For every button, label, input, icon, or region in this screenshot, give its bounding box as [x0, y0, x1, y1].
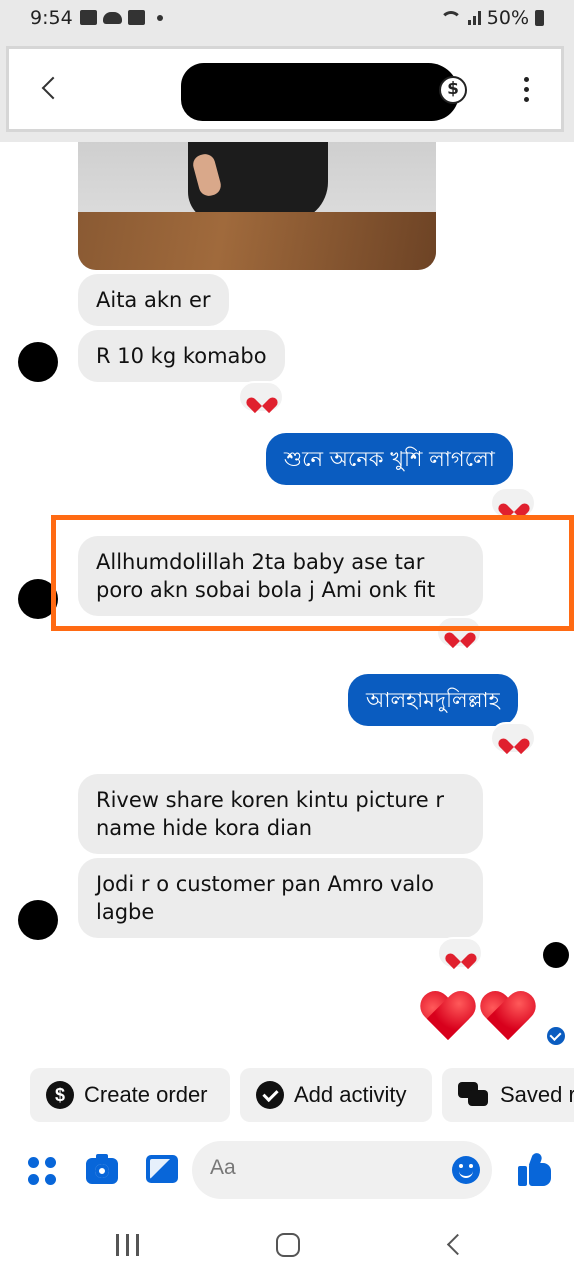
- quick-actions-bar: $ Create order Add activity Saved r: [0, 1068, 574, 1124]
- youtube-icon: [128, 10, 145, 25]
- system-navigation-bar: [0, 1208, 574, 1280]
- heart-reaction-icon[interactable]: [437, 937, 483, 969]
- emoji-icon[interactable]: [452, 1156, 480, 1184]
- message-bubble-incoming[interactable]: R 10 kg komabo: [78, 330, 285, 382]
- dollar-icon: $: [46, 1081, 74, 1109]
- saved-replies-icon: [458, 1082, 490, 1108]
- status-time: 9:54: [30, 7, 73, 29]
- home-button[interactable]: [276, 1233, 300, 1257]
- chip-label: Add activity: [294, 1082, 407, 1107]
- shared-photo[interactable]: [78, 142, 436, 270]
- seen-avatar: [543, 942, 569, 968]
- message-text-line: lagbe: [96, 900, 155, 924]
- message-list[interactable]: Aita akn er R 10 kg komabo শুনে অনেক খুশ…: [0, 142, 574, 1062]
- highlight-annotation-box: [51, 515, 574, 631]
- create-order-button[interactable]: $ Create order: [30, 1068, 230, 1122]
- heart-emoji-icon[interactable]: [420, 990, 476, 1042]
- wifi-icon: [439, 11, 462, 25]
- message-input[interactable]: Aa: [192, 1141, 492, 1199]
- message-bubble-incoming[interactable]: Rivew share koren kintu picture r name h…: [78, 774, 483, 854]
- back-button[interactable]: [35, 69, 65, 109]
- message-bubble-outgoing[interactable]: আলহামদুলিল্লাহ: [348, 674, 518, 726]
- sender-avatar[interactable]: [18, 342, 58, 382]
- message-bubble-outgoing[interactable]: শুনে অনেক খুশি লাগলো: [266, 433, 513, 485]
- message-text-line: Jodi r o customer pan Amro valo: [96, 872, 434, 896]
- photo-table: [78, 212, 436, 270]
- signal-icon: [467, 11, 481, 25]
- gallery-icon[interactable]: [146, 1155, 178, 1183]
- status-bar: 9:54 50%: [0, 0, 574, 38]
- message-bubble-incoming[interactable]: Jodi r o customer pan Amro valo lagbe: [78, 858, 483, 938]
- message-placeholder: Aa: [210, 1156, 236, 1179]
- battery-percent: 50%: [486, 7, 529, 29]
- message-text-line: Rivew share koren kintu picture r: [96, 788, 445, 812]
- notification-icons: [80, 10, 163, 25]
- dollar-icon[interactable]: $: [439, 76, 467, 104]
- apps-grid-icon[interactable]: [28, 1157, 58, 1187]
- system-back-button[interactable]: [444, 1234, 466, 1256]
- heart-reaction-icon[interactable]: [238, 381, 284, 413]
- sender-avatar[interactable]: [18, 900, 58, 940]
- cloud-icon: [103, 11, 122, 24]
- camera-icon[interactable]: [86, 1154, 118, 1184]
- add-activity-button[interactable]: Add activity: [240, 1068, 432, 1122]
- contact-name-redacted[interactable]: [181, 63, 459, 121]
- delivered-check-icon: [547, 1027, 565, 1045]
- battery-icon: [535, 10, 544, 26]
- recents-button[interactable]: [116, 1234, 140, 1256]
- message-composer: Aa: [0, 1138, 574, 1202]
- chat-header: $: [6, 46, 564, 132]
- gallery-notification-icon: [80, 10, 97, 25]
- check-circle-icon: [256, 1081, 284, 1109]
- chip-label: Create order: [84, 1082, 208, 1107]
- chip-label: Saved r: [500, 1082, 574, 1107]
- more-options-icon[interactable]: [514, 73, 538, 107]
- system-icons: 50%: [439, 7, 544, 29]
- more-notifications-icon: [157, 14, 163, 21]
- heart-reaction-icon[interactable]: [490, 722, 536, 754]
- saved-replies-button[interactable]: Saved r: [442, 1068, 574, 1122]
- chat-header-area: $: [0, 38, 574, 142]
- message-text-line: name hide kora dian: [96, 816, 313, 840]
- message-bubble-incoming[interactable]: Aita akn er: [78, 274, 229, 326]
- heart-emoji-icon[interactable]: [480, 990, 536, 1042]
- thumbs-up-icon[interactable]: [518, 1151, 552, 1187]
